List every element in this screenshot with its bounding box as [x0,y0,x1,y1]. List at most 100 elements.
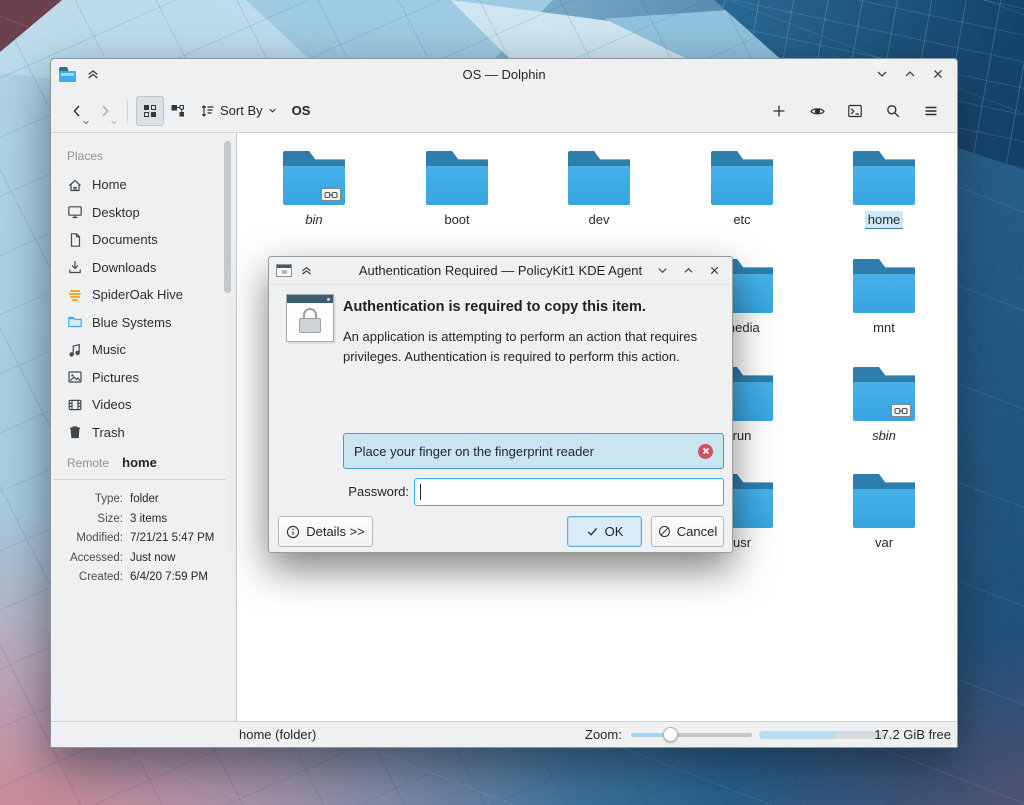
icons-view-button[interactable] [136,96,164,126]
authentication-dialog: Authentication Required — PolicyKit1 KDE… [268,256,733,553]
ok-label: OK [605,524,624,539]
folder-icon [853,259,915,313]
sidebar-item-downloads[interactable]: Downloads [65,254,228,282]
sort-by-button[interactable]: Sort By [200,96,278,126]
info-row-value: 7/21/21 5:47 PM [130,529,214,549]
search-button[interactable] [879,96,907,126]
sidebar-item-pictures[interactable]: Pictures [65,364,228,392]
sidebar-item-icon [67,314,83,330]
menu-button[interactable] [917,96,945,126]
keep-above-icon[interactable] [300,264,313,277]
places-header: Places [67,149,228,163]
info-row-label: Modified: [51,529,123,549]
folder-label: sbin [869,427,899,444]
info-row-label: Type: [51,490,123,510]
maximize-button[interactable] [899,63,921,85]
window-title: OS — Dolphin [51,67,957,82]
forward-button[interactable] [91,96,119,126]
fingerprint-message-box: Place your finger on the fingerprint rea… [343,433,724,469]
sidebar-item-desktop[interactable]: Desktop [65,199,228,227]
dialog-titlebar[interactable]: Authentication Required — PolicyKit1 KDE… [269,257,732,285]
maximize-button[interactable] [677,260,699,282]
back-button[interactable] [63,96,91,126]
sidebar-item-label: Home [92,177,127,192]
info-row: Modified: 7/21/21 5:47 PM [51,529,228,549]
folder-icon [853,151,915,205]
sidebar-item-blue-systems[interactable]: Blue Systems [65,309,228,337]
details-button[interactable]: Details >> [278,516,373,547]
sidebar-item-spideroak-hive[interactable]: SpiderOak Hive [65,281,228,309]
info-title: home [51,455,228,470]
password-input[interactable] [414,478,724,506]
sidebar-item-label: SpiderOak Hive [92,287,183,302]
info-row: Created: 6/4/20 7:59 PM [51,568,228,588]
folder-home[interactable]: home [829,151,939,227]
dialog-heading: Authentication is required to copy this … [343,299,646,315]
disk-capacity-fill [759,731,835,739]
free-space-text: 17.2 GiB free [874,727,951,742]
zoom-label: Zoom: [585,727,622,742]
auth-lock-icon [286,294,334,342]
sidebar-item-music[interactable]: Music [65,336,228,364]
info-row-value: 3 items [130,510,167,530]
places-scrollbar[interactable] [224,141,231,293]
folder-label: mnt [870,319,898,336]
places-panel: Places Home Desktop Documents Downloads … [51,133,237,722]
folder-mnt[interactable]: mnt [829,259,939,335]
sort-by-label: Sort By [220,103,263,118]
sidebar-item-documents[interactable]: Documents [65,226,228,254]
info-row: Size: 3 items [51,510,228,530]
sidebar-item-icon [67,232,83,248]
sidebar-item-home[interactable]: Home [65,171,228,199]
folder-icon [283,151,345,205]
disk-capacity-bar [759,731,885,739]
text-cursor [420,484,421,500]
statusbar: home (folder) Zoom: 17.2 GiB free [51,721,957,747]
folder-dev[interactable]: dev [544,151,654,227]
folder-boot[interactable]: boot [402,151,512,227]
window-titlebar[interactable]: OS — Dolphin [51,59,957,89]
password-label: Password: [269,484,409,499]
details-label: Details >> [306,524,365,539]
folder-var[interactable]: var [829,474,939,550]
toolbar-separator [127,99,128,123]
folder-bin[interactable]: bin [259,151,369,227]
info-row: Accessed: Just now [51,549,228,569]
cancel-button[interactable]: Cancel [651,516,724,547]
terminal-button[interactable] [841,96,869,126]
keep-above-icon[interactable] [86,67,100,81]
folder-sbin[interactable]: sbin [829,367,939,443]
info-row: Type: folder [51,490,228,510]
info-divider [53,479,226,480]
folder-etc[interactable]: etc [687,151,797,227]
folder-label: home [865,211,904,228]
information-panel: home Type: folder Size: 3 items Modified… [51,433,228,588]
breadcrumb[interactable]: OS [292,103,311,118]
sidebar-item-icon [67,259,83,275]
info-row-label: Created: [51,568,123,588]
close-button[interactable] [703,260,725,282]
zoom-slider-handle[interactable] [663,727,678,742]
folder-label: run [730,427,755,444]
sidebar-item-label: Blue Systems [92,315,171,330]
preview-button[interactable] [803,96,831,126]
sidebar-item-videos[interactable]: Videos [65,391,228,419]
minimize-button[interactable] [871,63,893,85]
info-row-value: Just now [130,549,175,569]
folder-icon [853,474,915,528]
minimize-button[interactable] [651,260,673,282]
tree-view-button[interactable] [164,96,192,126]
dolphin-app-icon [59,67,76,82]
zoom-slider[interactable] [631,733,752,737]
info-row-value: folder [130,490,159,510]
folder-icon [426,151,488,205]
sidebar-item-icon [67,397,83,413]
info-row-label: Size: [51,510,123,530]
folder-label: dev [586,211,613,228]
ok-button[interactable]: OK [567,516,642,547]
new-button[interactable] [765,96,793,126]
close-button[interactable] [927,63,949,85]
folder-icon [711,151,773,205]
toolbar: Sort By OS [51,89,957,133]
error-icon [698,444,713,459]
